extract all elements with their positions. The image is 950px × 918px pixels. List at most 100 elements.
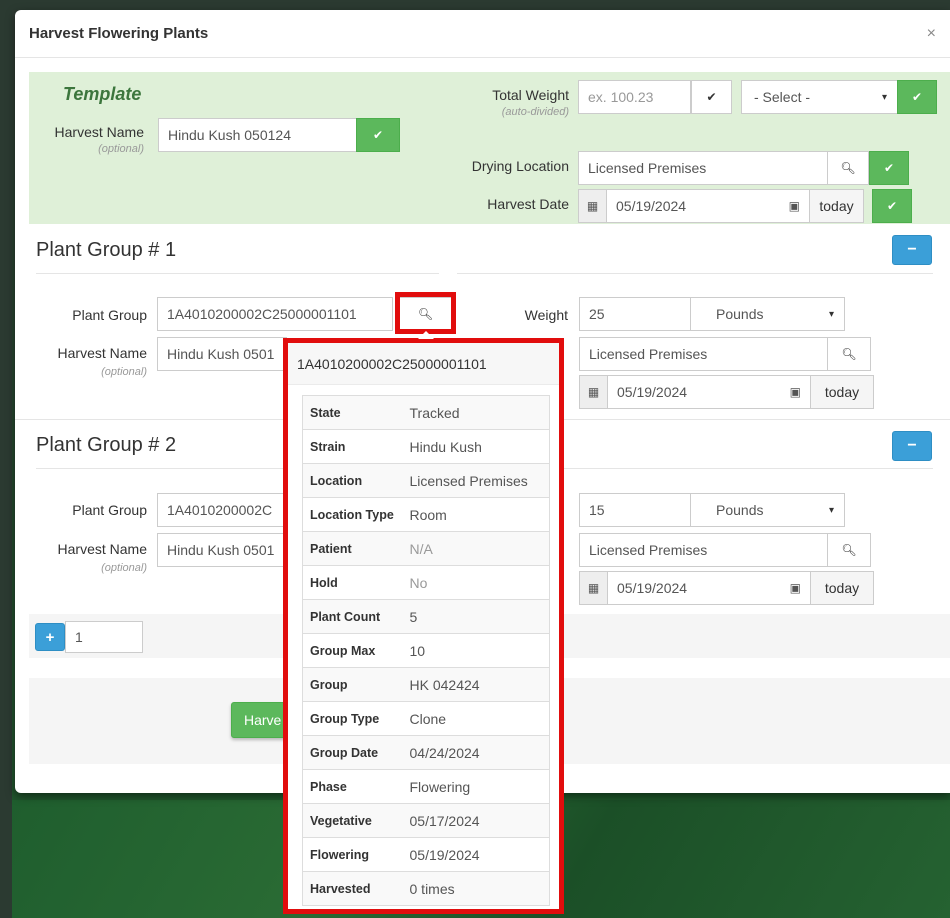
add-group-button[interactable]: + <box>35 623 65 651</box>
plant-group-2-date-input[interactable]: 05/19/2024 ▣ <box>607 571 811 605</box>
plant-group-2-title: Plant Group # 2 <box>36 434 177 456</box>
today-button[interactable]: today <box>809 189 864 223</box>
total-weight-input[interactable]: ex. 100.23 <box>578 80 691 114</box>
apply-harvest-date-button[interactable]: ✔ <box>872 189 912 223</box>
weight-unit-select[interactable]: - Select - ▾ <box>741 80 898 114</box>
table-row: Group Date 04/24/2024 <box>302 735 550 770</box>
table-row: Phase Flowering <box>302 769 550 804</box>
popover-arrow <box>418 331 434 339</box>
table-row: Location Licensed Premises <box>302 463 550 498</box>
detail-key: Strain <box>302 429 403 464</box>
apply-total-weight-button[interactable]: ✔ <box>691 80 732 114</box>
plant-group-1-today-button[interactable]: today <box>810 375 874 409</box>
table-row: Location Type Room <box>302 497 550 532</box>
plant-group-info-popover: 1A4010200002C25000001101 State Tracked Str… <box>283 331 564 914</box>
drying-location-search-button[interactable]: 🔍︎ <box>827 151 869 185</box>
detail-key: Group <box>302 667 403 702</box>
harvest-date-value: 05/19/2024 <box>616 198 687 214</box>
popover-title: 1A4010200002C25000001101 <box>288 343 559 385</box>
detail-value: Room <box>402 497 550 532</box>
table-row: Group Type Clone <box>302 701 550 736</box>
harvest-date-input[interactable]: 05/19/2024 ▣ <box>606 189 810 223</box>
plant-group-1-unit-select[interactable]: Pounds ▾ <box>690 297 845 331</box>
table-row: Group Max 10 <box>302 633 550 668</box>
drying-location-label: Drying Location <box>471 158 569 174</box>
detail-key: Patient <box>302 531 403 566</box>
harvest-date-label: Harvest Date <box>487 196 569 212</box>
detail-value: 5 <box>402 599 550 634</box>
plant-group-1-drying-location-input[interactable]: Licensed Premises <box>579 337 828 371</box>
date-picker-icon[interactable]: ▣ <box>790 581 801 595</box>
harvest-name-label: Harvest Name <box>57 345 147 361</box>
plant-group-1-input[interactable]: 1A4010200002C25000001101 <box>157 297 393 331</box>
harvest-name-label: Harvest Name <box>57 541 147 557</box>
detail-key: Vegetative <box>302 803 403 838</box>
check-icon: ✔ <box>886 199 898 213</box>
detail-value: 0 times <box>402 871 550 906</box>
plant-group-2-unit-select[interactable]: Pounds ▾ <box>690 493 845 527</box>
table-row: Flowering 05/19/2024 <box>302 837 550 872</box>
check-icon: ✔ <box>372 128 384 142</box>
plant-group-2-harvest-name-input[interactable]: Hindu Kush 0501 <box>157 533 287 567</box>
detail-key: Location Type <box>302 497 403 532</box>
plant-group-2-drying-location-input[interactable]: Licensed Premises <box>579 533 828 567</box>
plant-group-2-location-search-button[interactable]: 🔍︎ <box>827 533 871 567</box>
detail-key: Group Date <box>302 735 403 770</box>
detail-value: 05/17/2024 <box>402 803 550 838</box>
search-highlight-box <box>395 292 456 334</box>
plant-group-1-location-search-button[interactable]: 🔍︎ <box>827 337 871 371</box>
remove-group-1-button[interactable]: − <box>892 235 932 265</box>
table-row: Group HK 042424 <box>302 667 550 702</box>
unit-value: Pounds <box>716 306 764 322</box>
detail-key: State <box>302 395 403 430</box>
detail-key: Group Type <box>302 701 403 736</box>
weight-label: Weight <box>524 307 568 323</box>
check-icon: ✔ <box>883 161 895 175</box>
detail-value: HK 042424 <box>402 667 550 702</box>
apply-unit-button[interactable]: ✔ <box>897 80 937 114</box>
detail-value: Licensed Premises <box>402 463 550 498</box>
date-picker-icon[interactable]: ▣ <box>790 385 801 399</box>
add-group-count-input[interactable]: 1 <box>65 621 143 653</box>
template-title: Template <box>63 84 142 104</box>
search-icon: 🔍︎ <box>840 161 856 175</box>
apply-harvest-name-button[interactable]: ✔ <box>356 118 400 152</box>
plant-group-2-today-button[interactable]: today <box>810 571 874 605</box>
template-harvest-name-input[interactable]: Hindu Kush 050124 <box>158 118 357 152</box>
apply-drying-location-button[interactable]: ✔ <box>869 151 909 185</box>
plant-group-2-weight-input[interactable]: 15 <box>579 493 691 527</box>
plant-group-1-date-input[interactable]: 05/19/2024 ▣ <box>607 375 811 409</box>
chevron-down-icon: ▾ <box>881 91 887 103</box>
detail-key: Phase <box>302 769 403 804</box>
drying-location-input[interactable]: Licensed Premises <box>578 151 828 185</box>
table-row: Strain Hindu Kush <box>302 429 550 464</box>
table-row: Plant Count 5 <box>302 599 550 634</box>
close-icon[interactable]: × <box>927 25 936 42</box>
plant-group-1-harvest-name-input[interactable]: Hindu Kush 0501 <box>157 337 287 371</box>
plant-group-2-input[interactable]: 1A4010200002C <box>157 493 297 527</box>
search-icon: 🔍︎ <box>841 347 857 361</box>
template-section: Template Harvest Name (optional) Hindu K… <box>29 72 950 224</box>
detail-value: Hindu Kush <box>402 429 550 464</box>
modal-title: Harvest Flowering Plants <box>29 25 209 42</box>
calendar-icon: ▦ <box>578 189 607 223</box>
date-value: 05/19/2024 <box>617 384 688 400</box>
weight-unit-value: - Select - <box>754 89 811 105</box>
detail-key: Plant Count <box>302 599 403 634</box>
date-picker-icon[interactable]: ▣ <box>789 199 800 213</box>
detail-value: 10 <box>402 633 550 668</box>
detail-value: Flowering <box>402 769 550 804</box>
detail-key: Flowering <box>302 837 403 872</box>
plant-group-1-weight-input[interactable]: 25 <box>579 297 691 331</box>
divider <box>457 273 933 274</box>
table-row: State Tracked <box>302 395 550 430</box>
detail-value: Clone <box>402 701 550 736</box>
detail-value: 04/24/2024 <box>402 735 550 770</box>
table-row: Hold No <box>302 565 550 600</box>
total-weight-label: Total Weight <box>492 87 569 103</box>
optional-hint: (optional) <box>101 366 147 378</box>
chevron-down-icon: ▾ <box>828 504 834 516</box>
detail-value: 05/19/2024 <box>402 837 550 872</box>
remove-group-2-button[interactable]: − <box>892 431 932 461</box>
plant-group-label: Plant Group <box>72 307 147 323</box>
